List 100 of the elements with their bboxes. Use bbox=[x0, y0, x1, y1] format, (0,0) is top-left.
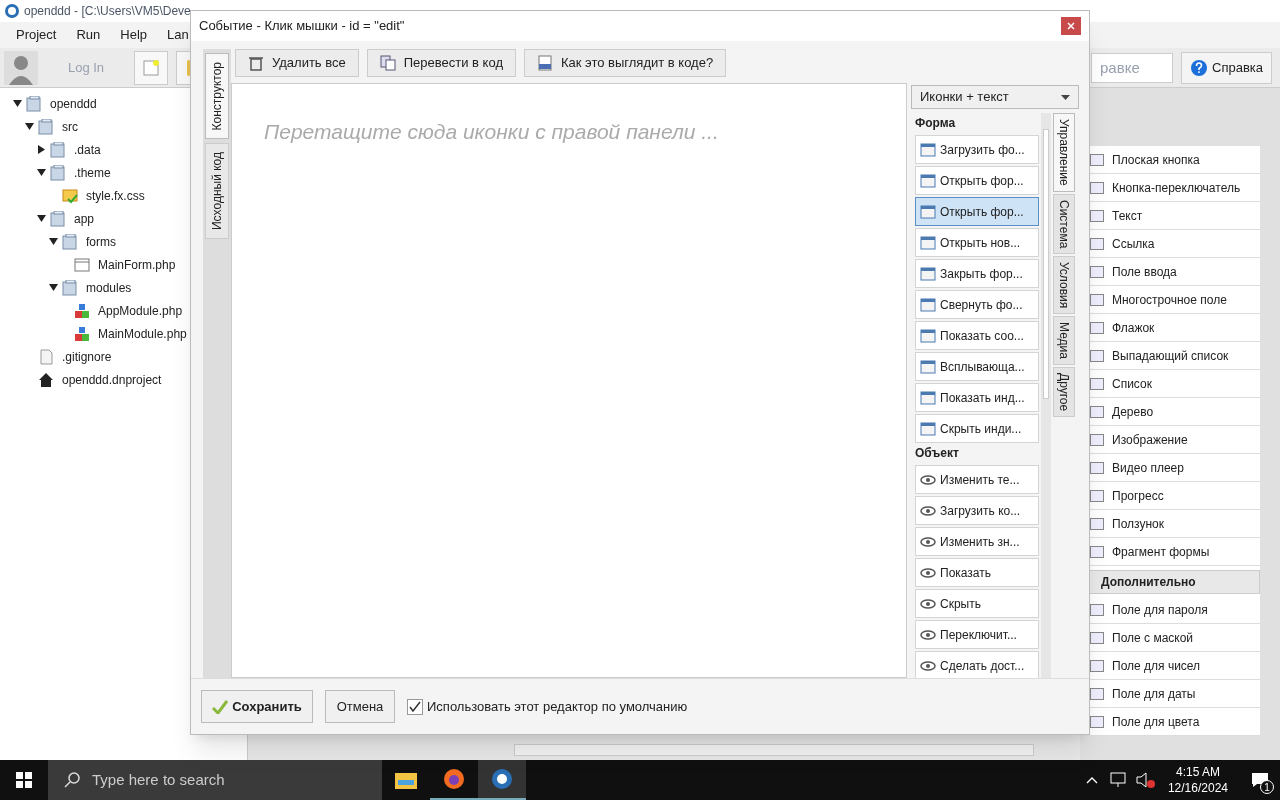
tree-item[interactable]: .gitignore bbox=[62, 347, 112, 366]
action-item[interactable]: Показать bbox=[915, 558, 1039, 587]
horizontal-scrollbar[interactable] bbox=[514, 744, 1034, 756]
window-icon bbox=[920, 358, 936, 375]
toolbar-button[interactable]: Удалить все bbox=[235, 49, 359, 77]
muted-speaker-icon[interactable] bbox=[1135, 772, 1156, 788]
tree-item[interactable]: openddd.dnproject bbox=[62, 370, 162, 389]
action-item[interactable]: Скрыть bbox=[915, 589, 1039, 618]
action-item[interactable]: Всплывающа... bbox=[915, 352, 1039, 381]
palette-item[interactable]: Фрагмент формы bbox=[1112, 542, 1210, 561]
expanded-arrow-icon[interactable] bbox=[24, 122, 34, 131]
palette-item[interactable]: Кнопка-переключатель bbox=[1112, 178, 1241, 197]
tree-item[interactable]: app bbox=[74, 209, 95, 228]
palette-item[interactable]: Видео плеер bbox=[1112, 458, 1184, 477]
section-title: Форма bbox=[915, 115, 957, 132]
action-item[interactable]: Закрыть фор... bbox=[915, 259, 1039, 288]
palette-item[interactable]: Текст bbox=[1112, 206, 1143, 225]
menu-item[interactable]: Project bbox=[16, 25, 57, 45]
drop-hint: Перетащите сюда иконки с правой панели ... bbox=[264, 120, 719, 143]
window-icon bbox=[920, 141, 936, 158]
menu-item[interactable]: Run bbox=[76, 25, 101, 45]
tree-item[interactable]: openddd bbox=[50, 94, 97, 113]
scrollbar[interactable] bbox=[1041, 113, 1051, 678]
action-item[interactable]: Изменить те... bbox=[915, 465, 1039, 494]
save-button[interactable]: Сохранить bbox=[201, 690, 313, 723]
clock-time[interactable]: 4:15 AM bbox=[1175, 764, 1220, 780]
expanded-arrow-icon[interactable] bbox=[12, 99, 22, 108]
action-item[interactable]: Открыть нов... bbox=[915, 228, 1039, 257]
palette-item[interactable]: Ползунок bbox=[1112, 514, 1164, 533]
palette-item[interactable]: Прогресс bbox=[1112, 486, 1164, 505]
category-tab[interactable]: Медиа bbox=[1053, 316, 1075, 366]
action-item[interactable]: Сделать дост... bbox=[915, 651, 1039, 678]
tree-item[interactable]: forms bbox=[86, 232, 116, 251]
menu-item[interactable]: Help bbox=[120, 25, 148, 45]
clock-date[interactable]: 12/16/2024 bbox=[1167, 780, 1228, 796]
section-title: Объект bbox=[915, 445, 960, 462]
category-tab[interactable]: Система bbox=[1053, 193, 1075, 255]
action-item[interactable]: Открыть фор... bbox=[915, 166, 1039, 195]
action-item[interactable]: Показать соо... bbox=[915, 321, 1039, 350]
action-item[interactable]: Показать инд... bbox=[915, 383, 1039, 412]
palette-item[interactable]: Поле для чисел bbox=[1112, 656, 1201, 675]
palette-item[interactable]: Плоская кнопка bbox=[1112, 150, 1200, 169]
tree-item[interactable]: style.fx.css bbox=[86, 186, 145, 205]
palette-item[interactable]: Поле для пароля bbox=[1112, 600, 1208, 619]
action-item[interactable]: Переключит... bbox=[915, 620, 1039, 649]
tree-item[interactable]: MainForm.php bbox=[98, 255, 176, 274]
close-button[interactable] bbox=[1061, 17, 1081, 35]
action-item[interactable]: Свернуть фо... bbox=[915, 290, 1039, 319]
palette-item[interactable]: Поле для цвета bbox=[1112, 712, 1200, 731]
taskbar-search-field[interactable]: Type here to search bbox=[48, 760, 382, 800]
side-tab[interactable]: Исходный код bbox=[205, 143, 229, 240]
palette-item[interactable]: Поле ввода bbox=[1112, 262, 1177, 281]
app-taskbar-icon[interactable] bbox=[478, 760, 526, 800]
window-title: openddd - [C:\Users\VM5\Deve bbox=[24, 3, 191, 20]
palette-item[interactable]: Изображение bbox=[1112, 430, 1188, 449]
tree-item[interactable]: .theme bbox=[74, 163, 111, 182]
help-button[interactable]: Справка bbox=[1181, 51, 1272, 84]
toolbar-button[interactable]: Перевести в код bbox=[366, 49, 516, 77]
toolbar-button[interactable]: Как это выглядит в коде? bbox=[523, 49, 727, 77]
tree-item[interactable]: src bbox=[62, 117, 78, 136]
file-icon bbox=[38, 348, 54, 365]
category-tab[interactable]: Другое bbox=[1053, 367, 1075, 418]
checkbox[interactable] bbox=[407, 698, 423, 715]
folder-icon bbox=[38, 118, 54, 135]
palette-item[interactable]: Выпадающий список bbox=[1112, 346, 1229, 365]
action-item[interactable]: Загрузить ко... bbox=[915, 496, 1039, 525]
tree-item[interactable]: .data bbox=[74, 140, 101, 159]
network-icon[interactable] bbox=[1109, 772, 1128, 788]
action-item[interactable]: Изменить зн... bbox=[915, 527, 1039, 556]
view-dropdown[interactable]: Иконки + текст bbox=[911, 85, 1079, 109]
action-item[interactable]: Скрыть инди... bbox=[915, 414, 1039, 443]
side-tab[interactable]: Конструктор bbox=[205, 53, 229, 140]
palette-item[interactable]: Поле с маской bbox=[1112, 628, 1194, 647]
action-item[interactable]: Открыть фор... bbox=[915, 197, 1039, 226]
palette-item[interactable]: Флажок bbox=[1112, 318, 1155, 337]
tree-item[interactable]: AppModule.php bbox=[98, 301, 183, 320]
windows-icon bbox=[16, 772, 32, 788]
chevron-up-icon[interactable] bbox=[1085, 776, 1098, 784]
expanded-arrow-icon[interactable] bbox=[48, 283, 58, 292]
palette-item[interactable]: Дерево bbox=[1112, 402, 1154, 421]
cancel-button[interactable]: Отмена bbox=[325, 690, 395, 723]
tree-item[interactable]: MainModule.php bbox=[98, 324, 187, 343]
notifications-button[interactable]: 1 bbox=[1240, 760, 1280, 800]
expanded-arrow-icon[interactable] bbox=[36, 168, 46, 177]
folder-icon bbox=[62, 233, 78, 250]
palette-item[interactable]: Многострочное поле bbox=[1112, 290, 1227, 309]
action-item[interactable]: Загрузить фо... bbox=[915, 135, 1039, 164]
checkbox-label[interactable]: Использовать этот редактор по умолчанию bbox=[427, 696, 688, 717]
collapsed-arrow-icon[interactable] bbox=[36, 145, 46, 154]
palette-item[interactable]: Поле для даты bbox=[1112, 684, 1196, 703]
palette-item[interactable]: Список bbox=[1112, 374, 1152, 393]
expanded-arrow-icon[interactable] bbox=[36, 214, 46, 223]
palette-item[interactable]: Ссылка bbox=[1112, 234, 1155, 253]
expanded-arrow-icon[interactable] bbox=[48, 237, 58, 246]
tree-item[interactable]: modules bbox=[86, 278, 132, 297]
caret-icon bbox=[1061, 94, 1070, 100]
category-tab[interactable]: Условия bbox=[1053, 256, 1075, 315]
menu-item[interactable]: Lan bbox=[167, 25, 189, 45]
category-tab[interactable]: Управление bbox=[1053, 113, 1075, 192]
search-icon bbox=[64, 772, 80, 788]
